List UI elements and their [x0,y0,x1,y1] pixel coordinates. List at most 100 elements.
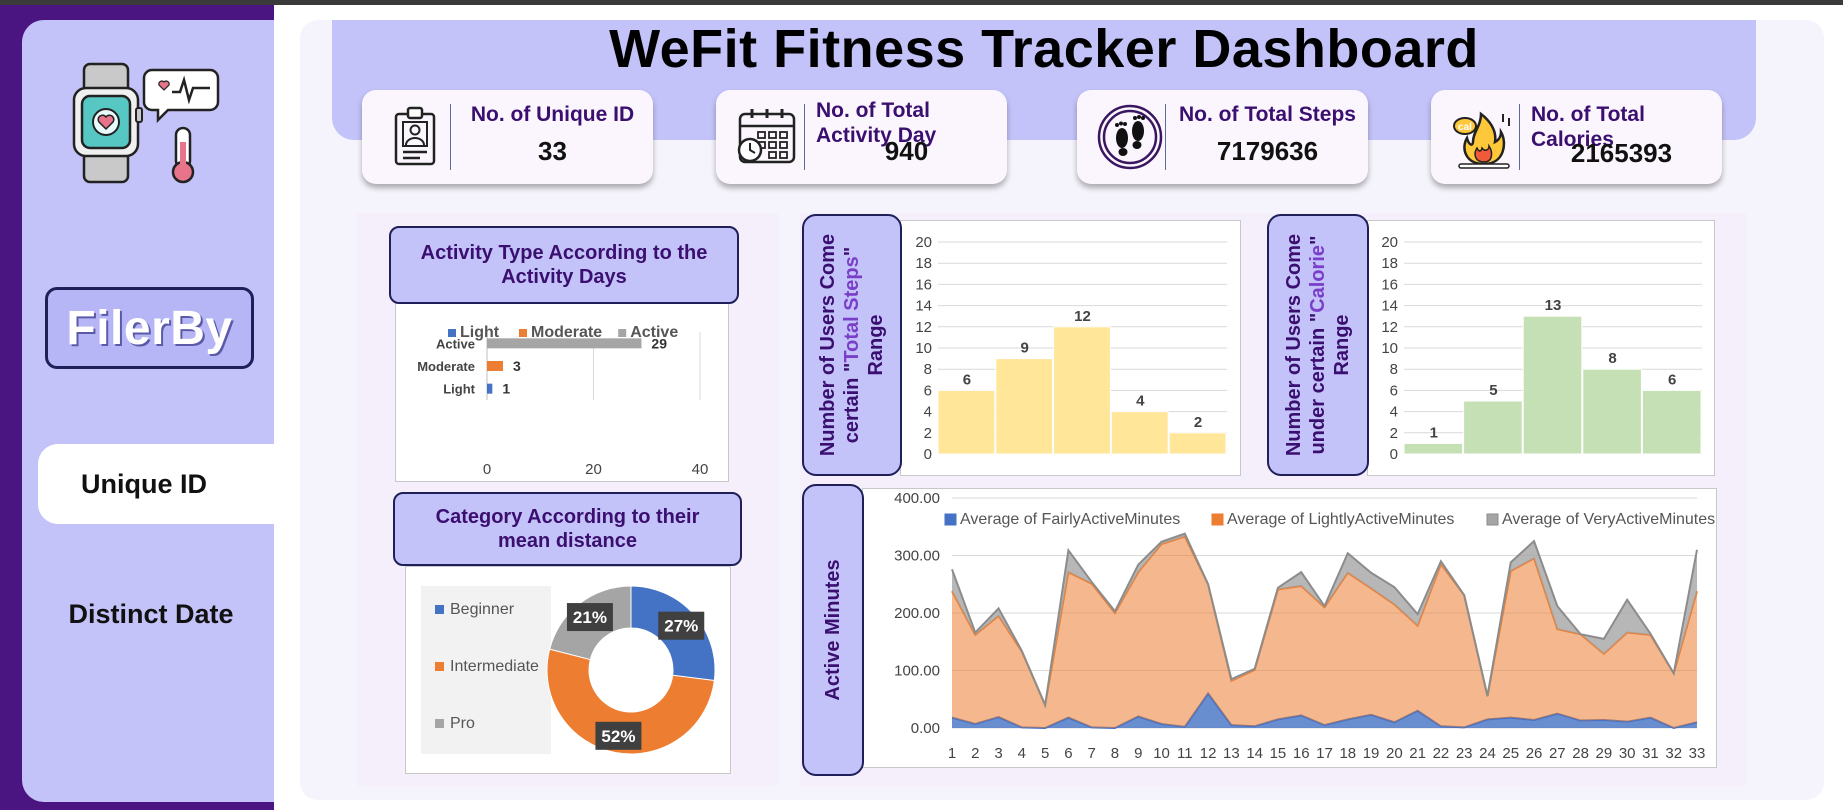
filter-by-label: FilerBy [45,287,254,369]
footprints-icon [1097,104,1163,170]
kpi-divider [450,104,451,170]
x-tick-label: 16 [1293,745,1310,762]
x-tick-label: 23 [1456,745,1473,762]
bar [995,358,1054,455]
x-tick-label: 5 [1041,745,1049,762]
x-tick-label: 17 [1316,745,1333,762]
legend-item: Active [630,324,678,341]
distance-category-chart: 27% 52% 21% Beginner Intermediate Pro [421,585,716,755]
data-label: 12 [1074,308,1091,325]
x-tick-label: 27 [1549,745,1566,762]
bar [1582,368,1642,455]
x-tick-label: 25 [1502,745,1519,762]
y-tick-label: 10 [1381,340,1398,357]
x-tick-label: 11 [1177,745,1193,762]
y-tick-label: 8 [1390,361,1398,378]
activity-type-chart: 0 20 40Light 1Moderate 3Active 29Light Moderat… [417,324,708,478]
x-tick-label: 30 [1619,745,1636,762]
legend-item: Average of FairlyActiveMinutes [960,511,1180,528]
x-tick-label: 8 [1111,745,1119,762]
x-tick-label: 33 [1689,745,1706,762]
steps-axis-label: Number of Users Come certain "Total Step… [817,233,887,457]
data-label: 6 [963,371,971,388]
y-tick-label: 8 [924,361,932,378]
kpi-divider [1519,104,1520,170]
active-minutes-chart: 0.00100.00200.00300.00400.001 2 3 4 5 6 7 8 9 10 1… [894,490,1715,762]
x-tick-label: 29 [1596,745,1613,762]
steps-axis-pill: Number of Users Come certain "Total Step… [802,214,902,476]
legend-item: Average of LightlyActiveMinutes [1227,511,1454,528]
data-label: 4 [1136,393,1145,410]
calorie-fire-icon: cal [1453,111,1510,169]
y-tick-label: 4 [1390,404,1398,421]
calendar-icon [737,109,796,164]
x-tick-label: 2 [971,745,979,762]
legend-swatch [944,513,957,526]
legend-swatch [435,605,444,614]
bar [1053,326,1111,455]
steps-range-chart: 0 2 4 6 8 10 12 14 16 18 20 6 9 12 4 2 [915,234,1227,463]
legend-item: Intermediate [450,658,539,675]
legend-item: Beginner [450,601,515,618]
minutes-axis-label: Active Minutes [822,559,844,701]
data-label: 9 [1021,340,1029,357]
x-tick-label: 15 [1270,745,1287,762]
legend-item: Light [460,324,500,341]
data-label: 27% [664,617,698,636]
data-label: 6 [1668,371,1676,388]
y-tick-label: 6 [1390,382,1398,399]
y-tick-label: 20 [1381,234,1398,251]
y-tick-label: 10 [915,340,932,357]
legend-swatch [1211,513,1224,526]
y-tick-label: 200.00 [894,605,940,622]
y-tick-label: 12 [915,319,932,336]
x-tick-label: 7 [1088,745,1096,762]
bar [1110,411,1169,455]
sidebar-item-unique-id[interactable]: Unique ID [38,444,250,524]
kpi-value: 940 [884,136,929,166]
kpi-value: 2165393 [1570,138,1673,168]
data-label: 1 [502,381,510,397]
legend-swatch [435,662,444,671]
calorie-axis-label: Number of Users Come under certain "Calo… [1283,233,1353,457]
y-tick-label: 14 [1381,298,1398,315]
kpi-divider [804,104,805,170]
data-label: 8 [1608,350,1616,367]
y-tick-label: 0.00 [911,720,940,737]
x-tick-label: 22 [1433,745,1450,762]
data-label: 2 [1194,414,1202,431]
y-tick-label: 2 [924,425,932,442]
x-tick-label: 19 [1363,745,1380,762]
calorie-axis-pill: Number of Users Come under certain "Calo… [1267,214,1369,476]
data-label: 1 [1430,424,1438,441]
smartwatch-logo-icon [72,62,220,184]
category-label: Moderate [417,359,475,374]
calorie-range-chart: 0 2 4 6 8 10 12 14 16 18 20 1 5 13 8 6 [1381,234,1702,463]
kpi-label: No. of Unique ID [470,103,635,126]
y-tick-label: 16 [915,276,932,293]
x-tick-label: 3 [994,745,1002,762]
bar [1403,442,1464,455]
x-tick-label: 32 [1665,745,1682,762]
x-tick-label: 9 [1134,745,1142,762]
data-label: 52% [601,727,635,746]
data-label: 3 [513,358,521,374]
x-tick-label: 20 [585,461,602,478]
x-tick-label: 4 [1018,745,1026,762]
y-tick-label: 14 [915,298,932,315]
legend-swatch [618,329,627,337]
y-tick-label: 400.00 [894,490,940,507]
kpi-total-steps: No. of Total Steps 7179636 [1077,90,1368,184]
x-tick-label: 13 [1223,745,1240,762]
y-tick-label: 18 [915,255,932,272]
area-series-2 [952,536,1697,728]
y-tick-label: 4 [924,404,932,421]
bar [1463,400,1523,455]
x-tick-label: 28 [1572,745,1589,762]
kpi-unique-id: No. of Unique ID 33 [362,90,653,184]
kpi-value: 33 [538,136,567,166]
sidebar-item-distinct-date[interactable]: Distinct Date [38,574,264,654]
y-tick-label: 18 [1381,255,1398,272]
kpi-total-calories: cal No. of Total Calories 2165393 [1431,90,1722,184]
kpi-total-activity-day: No. of Total Activity Day 940 [716,90,1007,184]
